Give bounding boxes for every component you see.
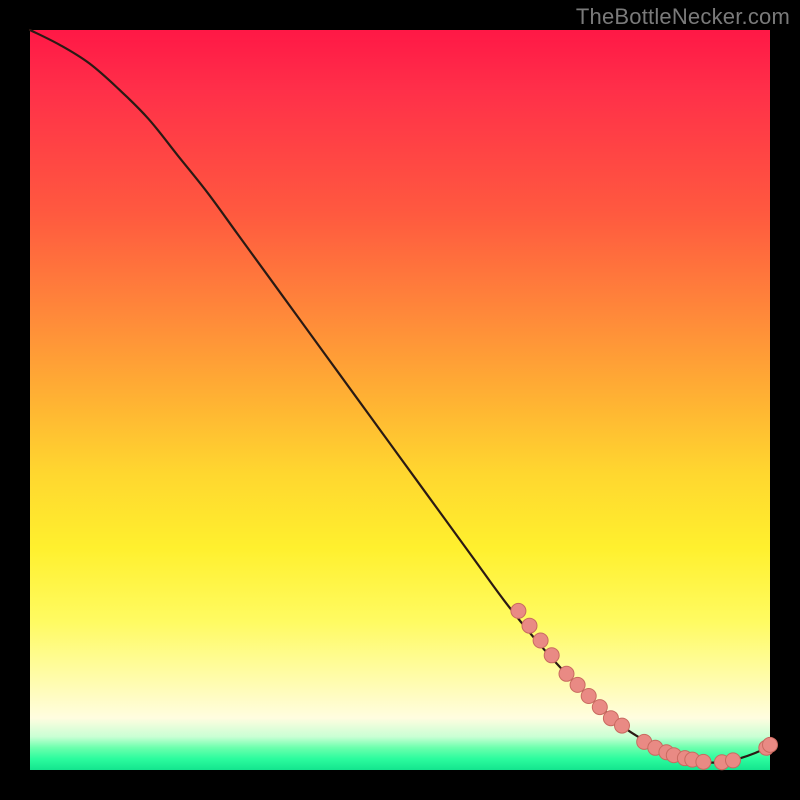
chart-frame: TheBottleNecker.com: [0, 0, 800, 800]
curve-marker: [511, 603, 526, 618]
chart-plot-area: [30, 30, 770, 770]
curve-marker: [533, 633, 548, 648]
curve-marker: [522, 618, 537, 633]
curve-marker: [726, 753, 741, 768]
curve-marker: [559, 666, 574, 681]
curve-markers: [511, 603, 778, 769]
curve-marker: [615, 718, 630, 733]
watermark-label: TheBottleNecker.com: [576, 4, 790, 30]
curve-marker: [544, 648, 559, 663]
curve-marker: [570, 677, 585, 692]
chart-svg: [30, 30, 770, 770]
curve-marker: [592, 700, 607, 715]
bottleneck-curve-line: [30, 30, 770, 763]
curve-marker: [763, 737, 778, 752]
curve-marker: [696, 754, 711, 769]
curve-marker: [581, 689, 596, 704]
